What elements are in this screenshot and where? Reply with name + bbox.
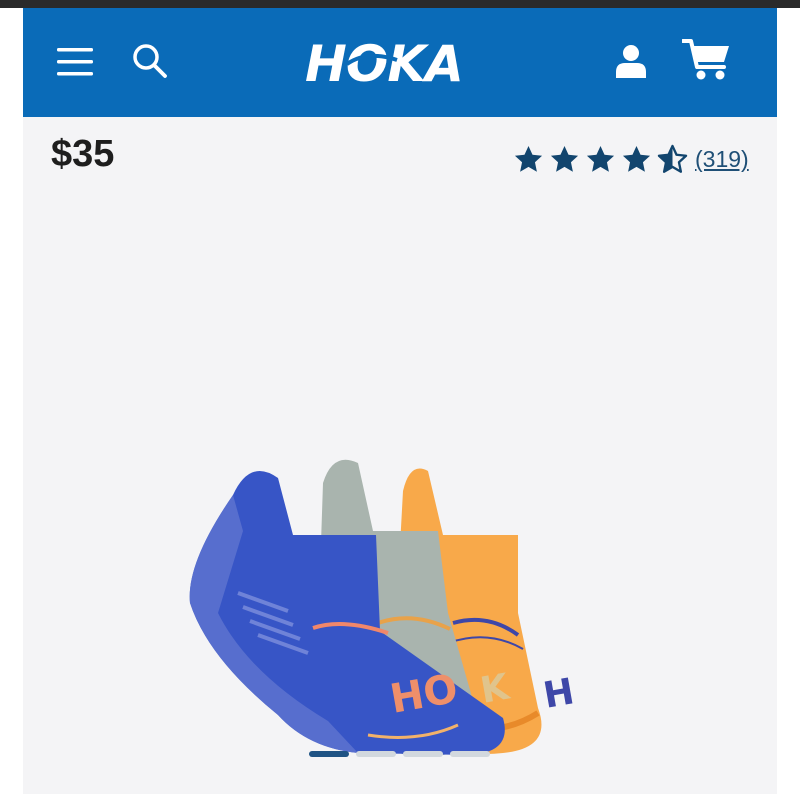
star-half-icon <box>657 144 688 173</box>
cart-button[interactable] <box>679 34 735 84</box>
star-full-icon <box>514 145 543 172</box>
status-strip <box>0 0 800 8</box>
star-full-icon <box>550 145 579 172</box>
search-icon <box>133 44 167 78</box>
menu-button[interactable] <box>53 40 97 84</box>
gallery-pagination <box>309 751 497 757</box>
gallery-dot-4[interactable] <box>450 751 490 757</box>
svg-text:H: H <box>540 671 577 717</box>
site-header: HOKA <box>23 8 777 117</box>
hoka-logo[interactable]: HOKA <box>305 34 477 94</box>
user-icon <box>616 45 646 78</box>
search-button[interactable] <box>127 38 173 84</box>
menu-icon <box>57 48 93 76</box>
cart-icon <box>682 39 729 80</box>
rating-summary[interactable]: (319) <box>513 144 749 175</box>
review-count-link[interactable]: (319) <box>695 144 749 175</box>
product-page: HOKA $35 (319) H K HO <box>23 8 777 794</box>
logo-swoosh <box>345 53 398 70</box>
gallery-dot-3[interactable] <box>403 751 443 757</box>
gallery-dot-2[interactable] <box>356 751 396 757</box>
star-full-icon <box>622 145 651 172</box>
account-button[interactable] <box>609 38 653 84</box>
star-full-icon <box>586 145 615 172</box>
product-price: $35 <box>51 133 115 175</box>
socks-illustration: H K HO <box>189 459 577 757</box>
product-image[interactable]: H K HO <box>158 443 658 763</box>
gallery-dot-1[interactable] <box>309 751 349 757</box>
